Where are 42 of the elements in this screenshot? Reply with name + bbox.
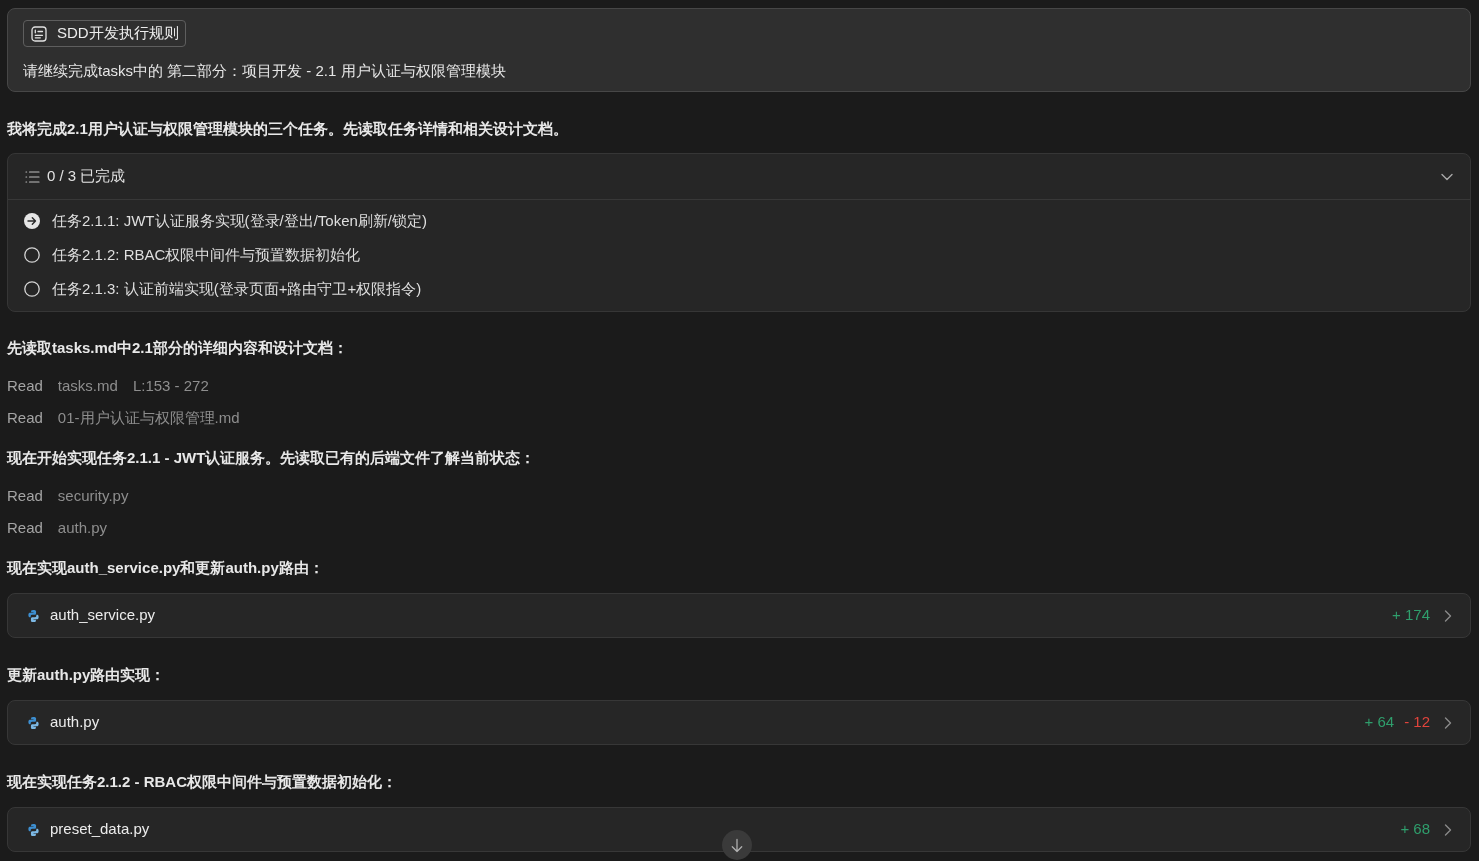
rule-chip[interactable]: SDD开发执行规则 bbox=[23, 20, 186, 47]
message-text: 请继续完成tasks中的 第二部分：项目开发 - 2.1 用户认证与权限管理模块 bbox=[23, 61, 506, 81]
file-change-card[interactable]: auth_service.py + 174 bbox=[7, 593, 1471, 638]
list-icon bbox=[25, 170, 40, 183]
lines-added: + 64 bbox=[1364, 712, 1395, 733]
lines-added: + 68 bbox=[1400, 819, 1430, 840]
file-name[interactable]: auth.py bbox=[57, 516, 108, 540]
read-label: Read bbox=[7, 407, 43, 428]
file-name[interactable]: security.py bbox=[57, 484, 129, 508]
task-label: 任务2.1.3: 认证前端实现(登录页面+路由守卫+权限指令) bbox=[52, 278, 422, 299]
read-label: Read bbox=[7, 485, 43, 506]
message-text: 先读取tasks.md中2.1部分的详细内容和设计文档： bbox=[7, 338, 348, 358]
file-name[interactable]: tasks.md bbox=[57, 374, 118, 398]
task-label: 任务2.1.1: JWT认证服务实现(登录/登出/Token刷新/锁定) bbox=[52, 210, 428, 231]
message-text: 我将完成2.1用户认证与权限管理模块的三个任务。先读取任务详情和相关设计文档。 bbox=[7, 119, 568, 139]
read-label: Read bbox=[7, 375, 43, 396]
file-name: preset_data.py bbox=[50, 819, 150, 840]
python-file-icon bbox=[28, 609, 39, 622]
python-file-icon bbox=[28, 823, 39, 836]
chevron-right-icon[interactable] bbox=[1444, 823, 1452, 836]
message-text: 现在实现auth_service.py和更新auth.py路由： bbox=[7, 558, 324, 578]
file-name[interactable]: 01-用户认证与权限管理.md bbox=[57, 406, 240, 430]
file-name: auth_service.py bbox=[50, 605, 156, 626]
chevron-right-icon[interactable] bbox=[1444, 716, 1452, 729]
message-text: 现在开始实现任务2.1.1 - JWT认证服务。先读取已有的后端文件了解当前状态： bbox=[7, 448, 536, 468]
arrow-down-icon bbox=[731, 837, 743, 853]
line-range: L:153 - 272 bbox=[132, 375, 209, 396]
file-change-card[interactable]: auth.py + 64 - 12 bbox=[7, 700, 1471, 745]
read-label: Read bbox=[7, 517, 43, 538]
chevron-down-icon[interactable] bbox=[1441, 172, 1453, 181]
lines-added: + 174 bbox=[1392, 605, 1430, 626]
message-text: 现在实现任务2.1.2 - RBAC权限中间件与预置数据初始化： bbox=[7, 772, 398, 792]
progress-summary: 0 / 3 已完成 bbox=[47, 166, 126, 187]
chevron-right-icon[interactable] bbox=[1444, 609, 1452, 622]
lines-removed: - 12 bbox=[1404, 712, 1430, 733]
message-text: 更新auth.py路由实现： bbox=[7, 665, 166, 685]
file-change-card[interactable]: preset_data.py + 68 bbox=[7, 807, 1471, 852]
task-label: 任务2.1.2: RBAC权限中间件与预置数据初始化 bbox=[52, 244, 361, 265]
file-name: auth.py bbox=[50, 712, 100, 733]
document-icon bbox=[31, 25, 47, 42]
scroll-down-button[interactable] bbox=[722, 830, 752, 860]
python-file-icon bbox=[28, 716, 39, 729]
